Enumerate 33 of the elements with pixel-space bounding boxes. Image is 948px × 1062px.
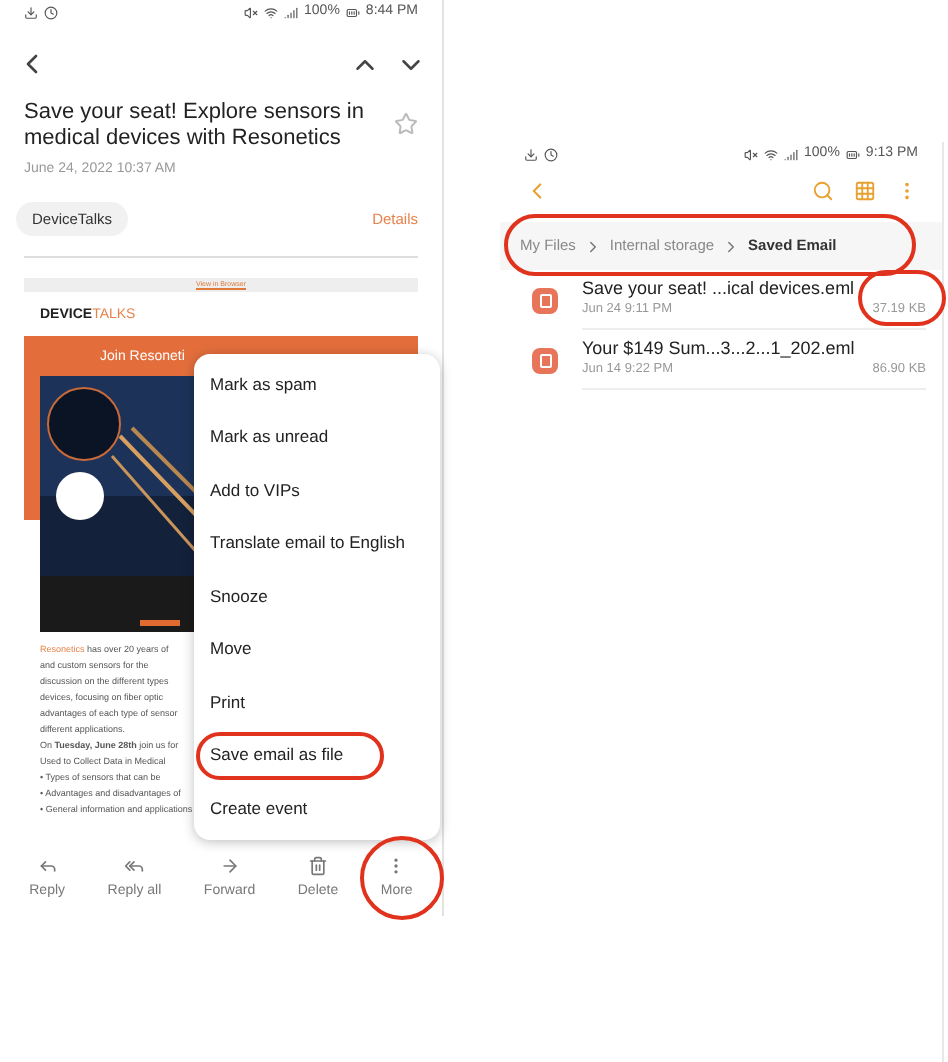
star-icon[interactable] [394, 112, 418, 136]
clock-icon [544, 147, 558, 161]
menu-item[interactable]: Translate email to English [210, 530, 405, 557]
email-file-icon [532, 347, 558, 373]
signal-icon [784, 147, 799, 161]
forward-icon [219, 856, 240, 877]
reply-all-icon [124, 856, 145, 877]
menu-item[interactable]: Create event [210, 795, 308, 822]
wifi-icon [764, 147, 779, 161]
menu-item[interactable]: Mark as spam [210, 371, 317, 398]
signal-icon [284, 5, 299, 19]
menu-item[interactable]: Mark as unread [210, 424, 329, 451]
menu-item[interactable]: Snooze [210, 583, 268, 610]
wifi-icon [264, 5, 279, 19]
download-icon [524, 147, 538, 161]
mute-icon [244, 5, 259, 19]
search-icon[interactable] [812, 179, 834, 201]
battery-icon [345, 5, 360, 19]
trash-icon [307, 856, 328, 877]
grid-icon[interactable] [854, 179, 876, 201]
file-name[interactable]: Save your seat! ...ical devices.eml [582, 278, 926, 301]
menu-item[interactable]: Move [210, 636, 252, 663]
download-icon [24, 5, 38, 19]
email-file-icon [532, 287, 558, 313]
reply-icon [37, 856, 58, 877]
menu-item[interactable]: Add to VIPs [210, 477, 300, 504]
file-name[interactable]: Your $149 Sum...3...2...1_202.eml [582, 338, 926, 361]
email-subject: Save your seat! Explore sensors in medical devices with Resonetics [24, 100, 366, 152]
clock-icon [44, 5, 58, 19]
mute-icon [744, 147, 759, 161]
menu-item[interactable]: Save email as file [210, 742, 344, 769]
battery-icon [845, 147, 860, 161]
menu-item[interactable]: Print [210, 689, 245, 716]
